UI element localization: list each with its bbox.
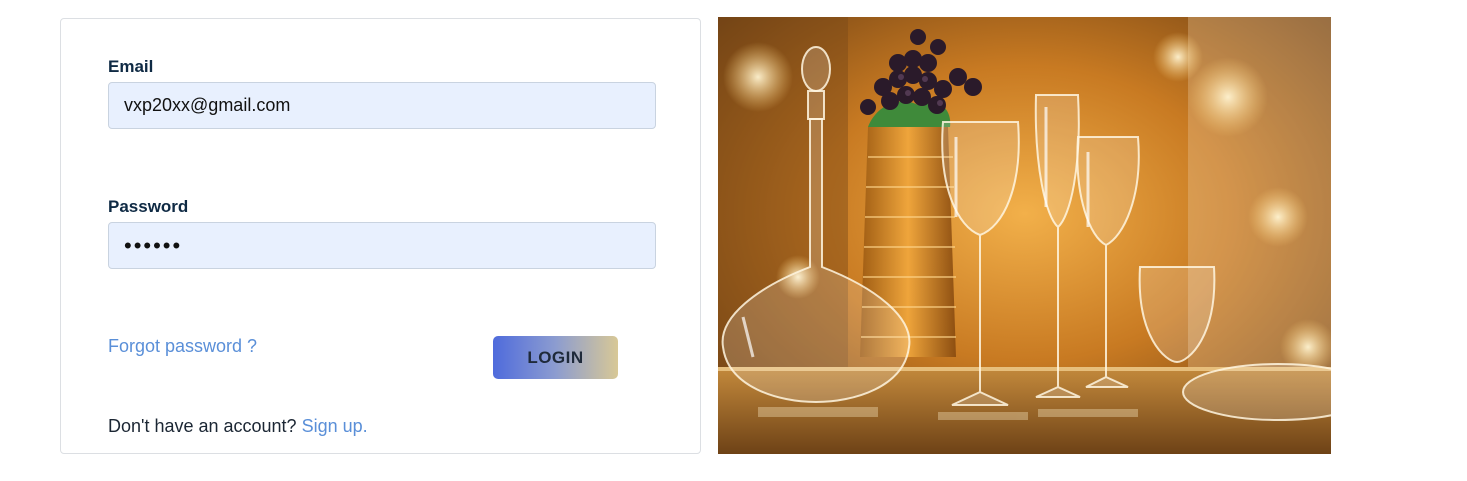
- login-button[interactable]: LOGIN: [493, 336, 618, 379]
- forgot-password-link[interactable]: Forgot password ?: [108, 336, 257, 357]
- email-label: Email: [108, 57, 154, 76]
- signup-prompt-row: Don't have an account? Sign up.: [108, 416, 368, 437]
- hero-glassware-image: [718, 17, 1331, 454]
- email-field[interactable]: [108, 82, 656, 129]
- signup-prompt-text: Don't have an account?: [108, 416, 297, 436]
- password-field[interactable]: [108, 222, 656, 269]
- signup-link[interactable]: Sign up.: [302, 416, 368, 436]
- login-card: Email Password Forgot password ? LOGIN D…: [60, 18, 701, 454]
- login-page: Email Password Forgot password ? LOGIN D…: [0, 0, 1467, 481]
- password-label: Password: [108, 197, 189, 216]
